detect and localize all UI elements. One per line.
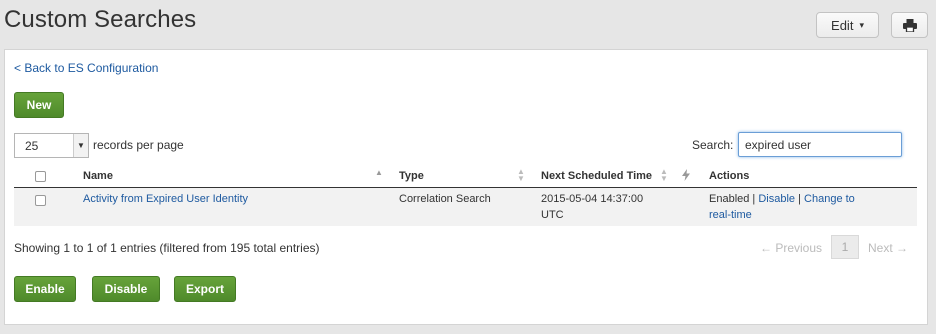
print-icon: [902, 18, 917, 32]
disable-link[interactable]: Disable: [758, 193, 795, 205]
new-button[interactable]: New: [14, 92, 64, 118]
page-size-select[interactable]: 25 ▼: [14, 133, 89, 158]
column-header-name[interactable]: Name: [83, 170, 113, 182]
next-page-button[interactable]: Next →: [868, 241, 908, 255]
column-header-actions: Actions: [709, 170, 750, 182]
disable-button[interactable]: Disable: [92, 276, 160, 302]
back-link[interactable]: < Back to ES Configuration: [14, 61, 158, 75]
page-title: Custom Searches: [4, 6, 197, 33]
print-button[interactable]: [891, 12, 928, 38]
next-time-line2: UTC: [541, 209, 564, 221]
search-name-link[interactable]: Activity from Expired User Identity: [83, 191, 248, 207]
next-scheduled-time: 2015-05-04 14:37:00 UTC: [541, 191, 643, 223]
row-actions: Enabled | Disable | Change to real-time: [709, 191, 855, 223]
sort-icon: ▲ ▼: [660, 167, 668, 183]
status-enabled: Enabled: [709, 193, 750, 205]
action-separator: |: [749, 193, 759, 205]
edit-button[interactable]: Edit ▾: [816, 12, 879, 38]
next-time-line1: 2015-05-04 14:37:00: [541, 193, 644, 205]
entries-info: Showing 1 to 1 of 1 entries (filtered fr…: [14, 241, 320, 255]
chevron-down-icon: ▼: [73, 134, 88, 157]
page-size-value: 25: [25, 138, 39, 153]
export-button[interactable]: Export: [174, 276, 236, 302]
edit-label: Edit: [831, 17, 854, 33]
change-to-realtime-link[interactable]: Change to: [804, 193, 855, 205]
enable-button[interactable]: Enable: [14, 276, 76, 302]
sort-icon: ▲ ▼: [517, 167, 525, 183]
change-to-realtime-link-line2[interactable]: real-time: [709, 207, 855, 223]
column-header-type[interactable]: Type: [399, 170, 424, 182]
column-header-next-scheduled-time[interactable]: Next Scheduled Time: [541, 170, 652, 182]
main-panel: < Back to ES Configuration New 25 ▼ reco…: [4, 49, 928, 325]
chevron-down-icon: ▾: [859, 19, 864, 30]
page-number-button[interactable]: 1: [831, 235, 859, 259]
lightning-icon: [682, 169, 690, 181]
select-all-checkbox[interactable]: [35, 171, 46, 182]
action-separator: |: [795, 193, 805, 205]
previous-page-button[interactable]: ← Previous: [760, 241, 822, 255]
sort-asc-icon: ▲: [375, 168, 383, 177]
search-input[interactable]: expired user: [738, 132, 902, 157]
search-label: Search:: [692, 138, 734, 152]
records-per-page-label: records per page: [93, 138, 184, 152]
row-checkbox[interactable]: [35, 195, 46, 206]
search-type: Correlation Search: [399, 193, 491, 205]
